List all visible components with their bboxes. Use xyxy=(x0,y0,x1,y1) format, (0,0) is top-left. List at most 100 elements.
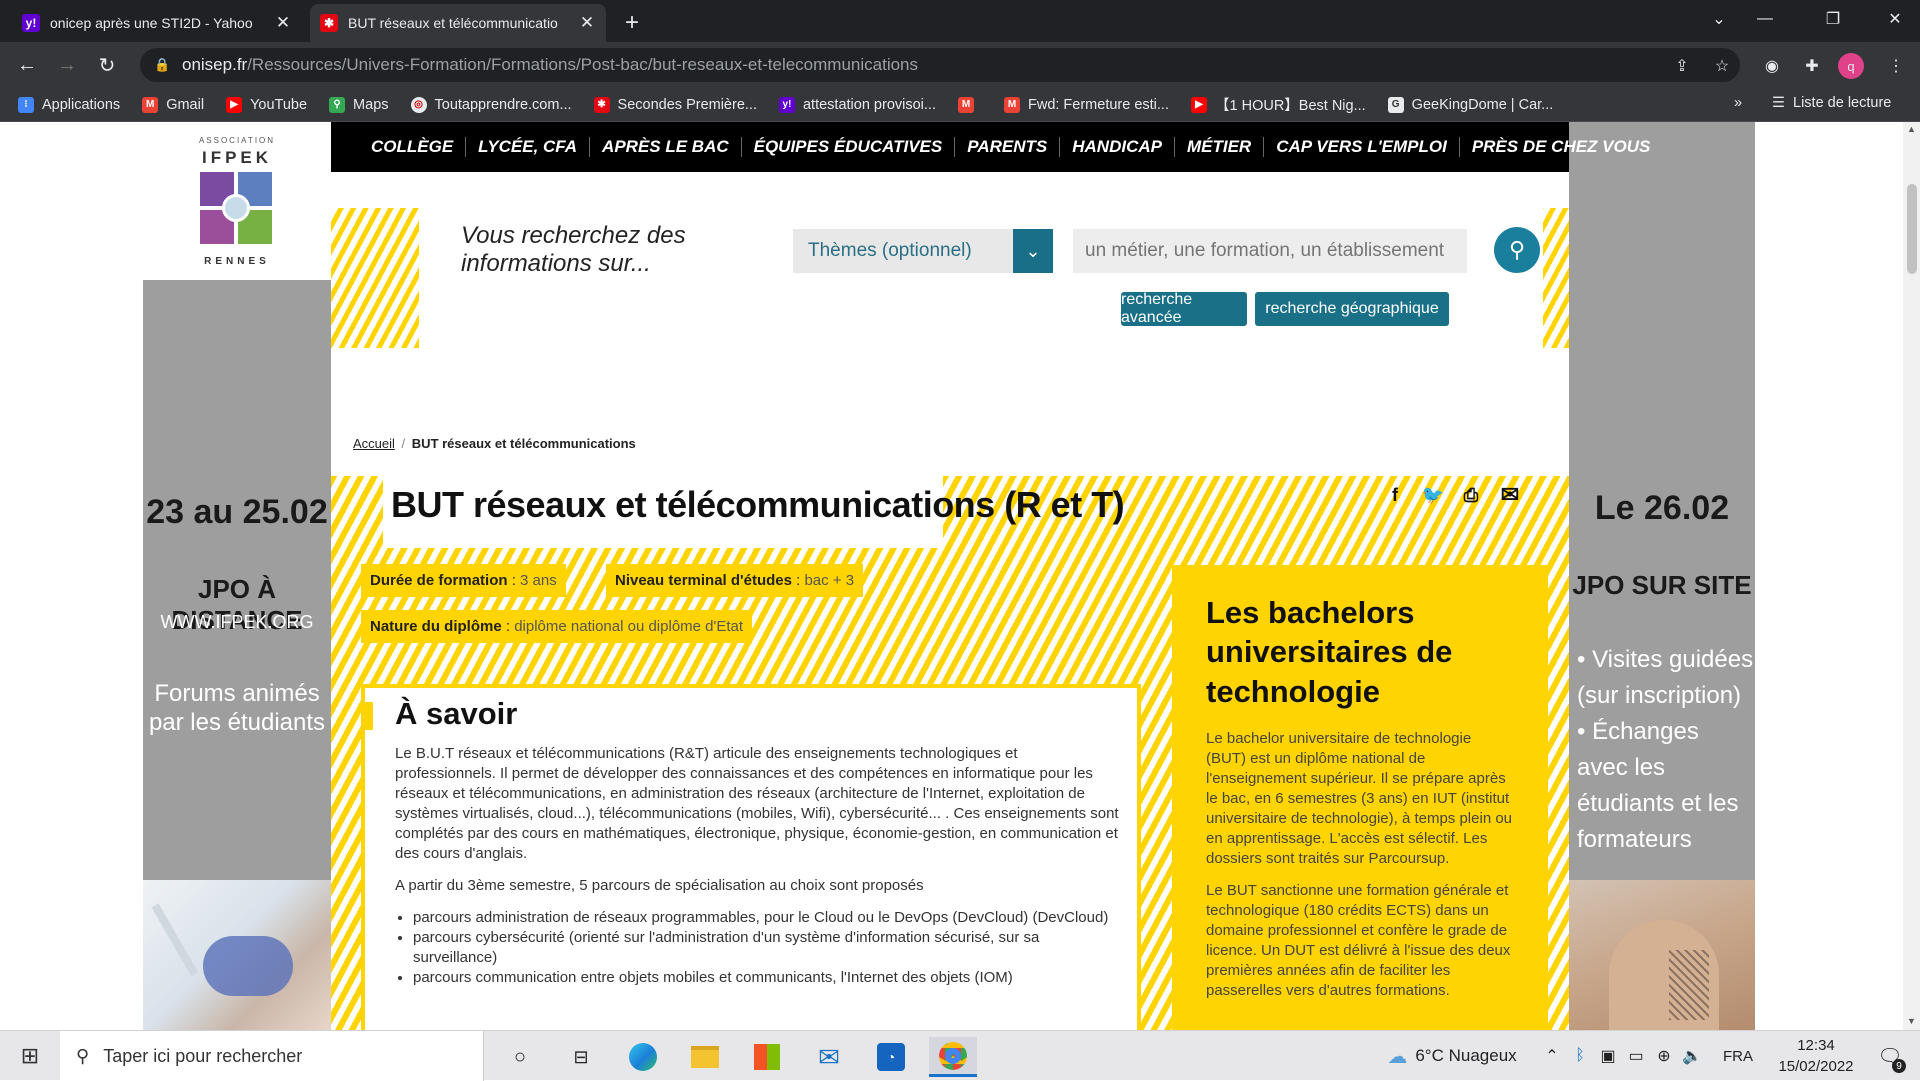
close-window-icon[interactable]: ✕ xyxy=(1872,0,1918,38)
bookmark-applications[interactable]: ⁝ Applications xyxy=(18,96,120,113)
bookmark-attestation[interactable]: y! attestation provisoi... xyxy=(778,96,936,113)
chrome-icon[interactable] xyxy=(929,1037,977,1077)
language-indicator[interactable]: FRA xyxy=(1712,1031,1764,1081)
search-label: Vous recherchez des informations sur... xyxy=(461,222,686,277)
star-icon[interactable]: ☆ xyxy=(1708,52,1736,80)
print-icon[interactable]: ⎙ xyxy=(1456,480,1486,510)
reading-list-button[interactable]: ☰ Liste de lecture xyxy=(1772,95,1891,111)
restore-icon[interactable]: ❐ xyxy=(1810,0,1856,38)
taskbar-search[interactable]: ⚲ Taper ici pour rechercher xyxy=(60,1031,484,1081)
close-icon[interactable]: ✕ xyxy=(274,13,292,33)
chevron-down-icon[interactable]: ⌄ xyxy=(1013,229,1053,273)
bookmark-youtube[interactable]: ▶ YouTube xyxy=(226,96,307,113)
page-scrollbar[interactable]: ▲ ▼ xyxy=(1903,122,1920,1030)
but-info-aside: Les bachelors universitaires de technolo… xyxy=(1172,565,1548,1030)
reload-icon[interactable]: ↻ xyxy=(91,49,123,81)
gmail-icon: M xyxy=(142,96,159,113)
ad-photo-podiatry xyxy=(143,880,331,1030)
ad-photo-physio xyxy=(1569,880,1755,1030)
tab-onisep[interactable]: ✱ BUT réseaux et télécommunicatio ✕ xyxy=(310,4,606,42)
decorative-stripes xyxy=(1543,208,1569,348)
tab-search-icon[interactable]: ⌄ xyxy=(1696,0,1742,38)
edge-icon[interactable] xyxy=(619,1037,667,1077)
bluetooth-icon[interactable]: ᛒ xyxy=(1568,1031,1592,1081)
profile-avatar[interactable]: q xyxy=(1838,53,1864,79)
gmail-icon: M xyxy=(1003,96,1020,113)
bookmark-gmail-2[interactable]: M xyxy=(957,96,982,113)
task-view-icon[interactable]: ○ xyxy=(496,1037,544,1077)
bookmark-label: Maps xyxy=(353,96,389,113)
windows-taskbar: ⊞ ⚲ Taper ici pour rechercher ○ ⊟ ✉ ◔ ☁ 6… xyxy=(0,1030,1920,1081)
yahoo-icon: y! xyxy=(778,96,795,113)
network-icon[interactable]: ⊕ xyxy=(1652,1031,1676,1081)
bookmark-geekingdome[interactable]: G GeeKingDome | Car... xyxy=(1387,96,1554,113)
tab-yahoo[interactable]: y! onicep après une STI2D - Yahoo ✕ xyxy=(12,4,302,42)
bookmark-maps[interactable]: ⚲ Maps xyxy=(329,96,389,113)
left-advertisement[interactable]: ASSOCIATION IFPEK RENNES 23 au 25.02 JPO… xyxy=(143,122,331,1030)
scroll-up-icon[interactable]: ▲ xyxy=(1907,124,1916,134)
nav-equipes-educatives[interactable]: ÉQUIPES ÉDUCATIVES xyxy=(742,137,956,157)
ad-dates: 23 au 25.02 xyxy=(146,493,328,531)
close-icon[interactable]: ✕ xyxy=(578,13,596,33)
mail-icon[interactable]: ✉ xyxy=(1495,480,1525,510)
bookmark-fwd[interactable]: M Fwd: Fermeture esti... xyxy=(1003,96,1169,113)
store-icon[interactable] xyxy=(743,1037,791,1077)
share-icon[interactable]: ⇪ xyxy=(1668,52,1696,80)
bookmark-gmail[interactable]: M Gmail xyxy=(142,96,204,113)
weather-widget[interactable]: ☁ 6°C Nuageux xyxy=(1372,1031,1532,1081)
file-explorer-icon[interactable] xyxy=(681,1037,729,1077)
nav-parents[interactable]: PARENTS xyxy=(955,137,1061,157)
notifications-icon[interactable]: 🗨 9 xyxy=(1870,1031,1910,1081)
widgets-icon[interactable]: ⊟ xyxy=(557,1037,605,1077)
breadcrumb-home[interactable]: Accueil xyxy=(353,436,395,451)
url-host: onisep.fr xyxy=(182,55,248,74)
bookmark-toutapprendre[interactable]: ◎ Toutapprendre.com... xyxy=(410,96,572,113)
scrollbar-thumb[interactable] xyxy=(1907,184,1917,274)
battery-icon[interactable]: ▭ xyxy=(1624,1031,1648,1081)
right-advertisement[interactable]: Le 26.02 JPO SUR SITE • Visites guidées … xyxy=(1569,122,1755,1030)
bookmarks-overflow[interactable]: » xyxy=(1734,95,1742,111)
volume-icon[interactable]: 🔈 xyxy=(1680,1031,1704,1081)
minimize-icon[interactable]: — xyxy=(1742,0,1788,38)
lock-icon: 🔒 xyxy=(154,57,171,72)
facebook-icon[interactable]: f xyxy=(1380,480,1410,510)
twitter-icon[interactable]: 🐦 xyxy=(1418,480,1448,510)
nav-apres-le-bac[interactable]: APRÈS LE BAC xyxy=(590,137,742,157)
forward-icon[interactable]: → xyxy=(51,49,83,81)
scroll-down-icon[interactable]: ▼ xyxy=(1907,1016,1916,1026)
main-content: COLLÈGE LYCÉE, CFA APRÈS LE BAC ÉQUIPES … xyxy=(331,122,1650,1030)
back-icon[interactable]: ← xyxy=(11,49,43,81)
bookmark-secondes[interactable]: ✱ Secondes Première... xyxy=(593,96,757,113)
bookmark-label: GeeKingDome | Car... xyxy=(1411,96,1554,113)
breadcrumb-sep: / xyxy=(401,436,406,451)
bookmarks-bar: ⁝ Applications M Gmail ▶ YouTube ⚲ Maps ◎ Tou… xyxy=(0,88,1920,122)
new-tab-button[interactable]: + xyxy=(614,4,650,42)
menu-icon[interactable]: ⋮ xyxy=(1882,52,1910,80)
a-savoir-body: Le B.U.T réseaux et télécommunications (… xyxy=(395,744,1120,988)
nav-metier[interactable]: MÉTIER xyxy=(1175,137,1265,157)
advanced-search-button[interactable]: recherche avancée xyxy=(1121,291,1247,326)
address-bar[interactable]: 🔒 onisep.fr /Ressources/Univers-Formatio… xyxy=(140,48,1740,82)
search-input[interactable] xyxy=(1073,229,1467,273)
app-icon[interactable]: ◔ xyxy=(867,1037,915,1077)
list-item: parcours administration de réseaux progr… xyxy=(413,908,1120,928)
mail-app-icon[interactable]: ✉ xyxy=(805,1037,853,1077)
clock[interactable]: 12:34 15/02/2022 xyxy=(1768,1035,1864,1077)
list-item: parcours cybersécurité (orienté sur l'ad… xyxy=(413,928,1120,968)
reading-list-icon: ☰ xyxy=(1772,95,1785,111)
a-savoir-paragraph: A partir du 3ème semestre, 5 parcours de… xyxy=(395,877,924,894)
windows-start-icon[interactable]: ⊞ xyxy=(0,1031,60,1081)
nav-handicap[interactable]: HANDICAP xyxy=(1060,137,1175,157)
nav-pres-de-chez-vous[interactable]: PRÈS DE CHEZ VOUS xyxy=(1460,137,1663,157)
bookmark-label: Toutapprendre.com... xyxy=(434,96,572,113)
geo-search-button[interactable]: recherche géographique xyxy=(1255,292,1449,326)
extension-circle-icon[interactable]: ◉ xyxy=(1758,52,1786,80)
nav-cap-vers-emploi[interactable]: CAP VERS L'EMPLOI xyxy=(1264,137,1460,157)
device-icon[interactable]: ▣ xyxy=(1596,1031,1620,1081)
chevron-up-icon[interactable]: ⌃ xyxy=(1540,1031,1564,1081)
bookmark-1hour[interactable]: ▶ 【1 HOUR】Best Nig... xyxy=(1191,94,1366,115)
nav-lycee-cfa[interactable]: LYCÉE, CFA xyxy=(466,137,591,157)
search-icon[interactable]: ⚲ xyxy=(1494,227,1540,273)
puzzle-icon[interactable]: ✚ xyxy=(1798,52,1826,80)
nav-college[interactable]: COLLÈGE xyxy=(359,137,467,157)
